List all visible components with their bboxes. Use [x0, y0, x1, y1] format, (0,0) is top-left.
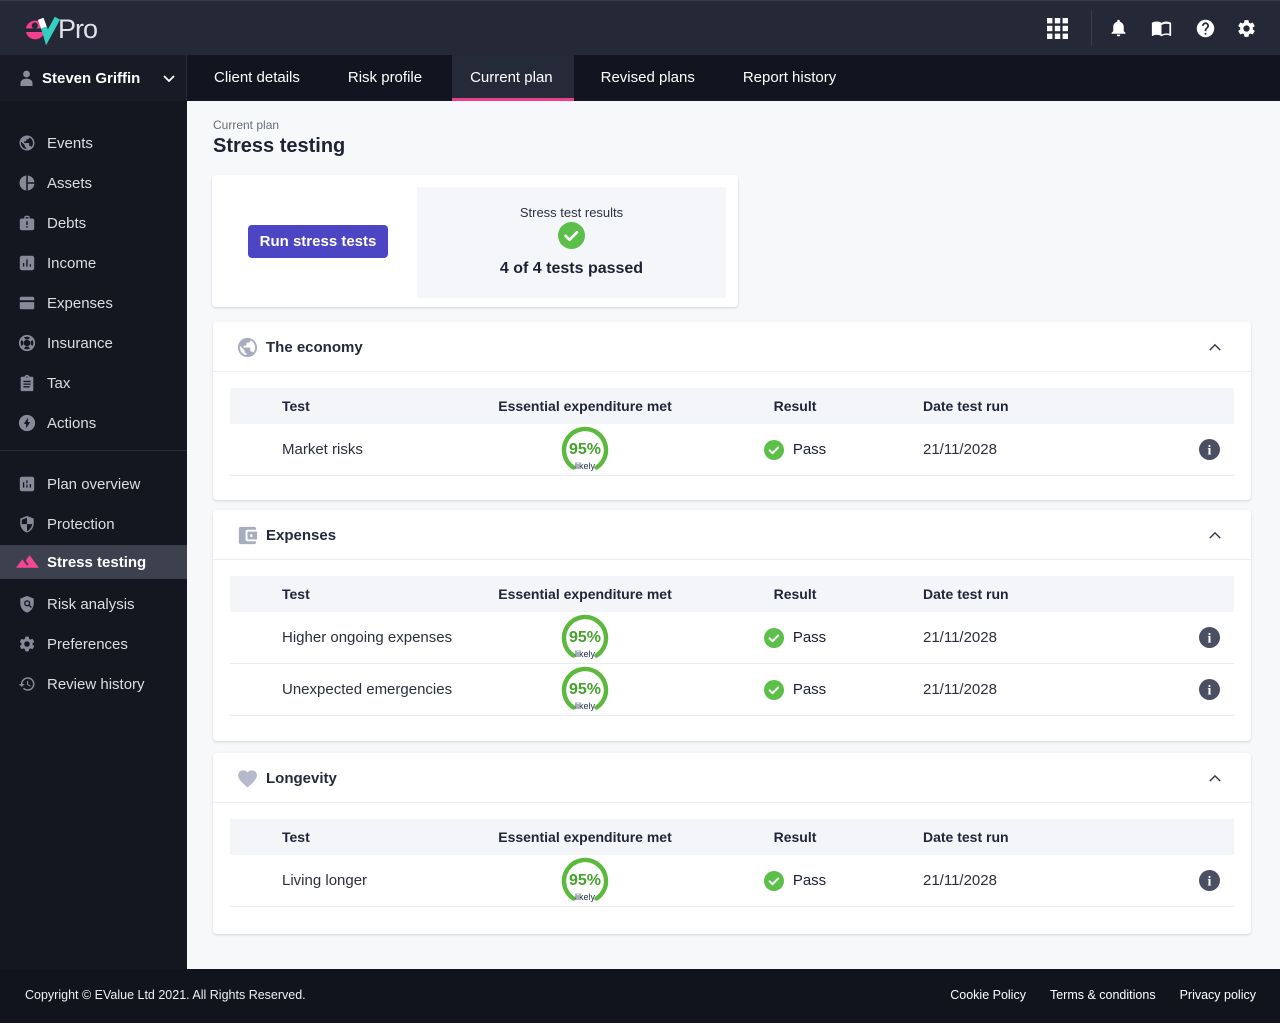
- svg-text:i: i: [1208, 875, 1212, 890]
- svg-text:i: i: [1208, 632, 1212, 647]
- svg-text:i: i: [1208, 684, 1212, 699]
- svg-text:i: i: [1208, 444, 1212, 459]
